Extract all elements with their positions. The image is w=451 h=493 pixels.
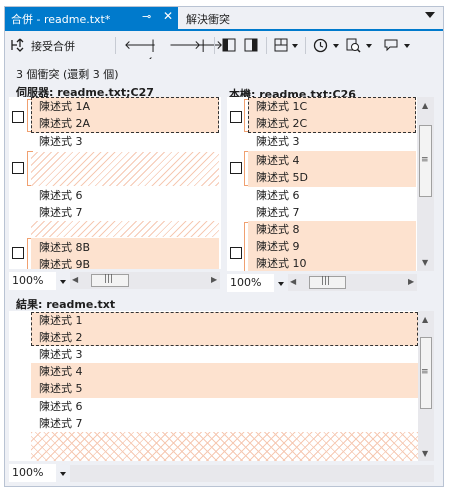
code-line: 陳述式 7 [256, 206, 300, 219]
server-conflict-2-checkbox[interactable] [12, 162, 24, 174]
scroll-down-icon[interactable]: ▼ [422, 449, 428, 458]
layout-icon[interactable] [274, 38, 288, 52]
local-zoom-select[interactable]: 100% [227, 274, 274, 292]
server-conflict-1-checkbox[interactable] [12, 111, 24, 123]
grip-icon: ≡ [421, 367, 429, 377]
code-line: 陳述式 7 [39, 206, 83, 219]
tab-merge-readme[interactable]: 合併 - readme.txt* ⊸ ✕ [5, 7, 178, 29]
compare-dropdown-icon[interactable] [366, 44, 372, 48]
zoom-dropdown-icon[interactable] [60, 472, 66, 476]
code-line: 陳述式 6 [256, 189, 300, 202]
previous-conflict-icon[interactable]: |🡐 [146, 37, 178, 68]
compare-icon[interactable] [346, 38, 361, 53]
history-icon[interactable] [313, 38, 328, 53]
zoom-dropdown-icon[interactable] [278, 282, 284, 286]
code-line: 陳述式 6 [39, 400, 83, 413]
local-conflict-3-checkbox[interactable] [230, 247, 242, 259]
toolbar-separator [214, 37, 215, 54]
code-line: 陳述式 4 [256, 154, 300, 167]
code-line: 陳述式 8 [256, 223, 300, 236]
code-line: 陳述式 2A [39, 117, 91, 130]
grip-icon: ||| [104, 274, 114, 284]
code-line: 陳述式 6 [39, 189, 83, 202]
local-pane[interactable]: 陳述式 1C 陳述式 2C 陳述式 3 陳述式 4 陳述式 5D 陳述式 6 陳… [227, 97, 434, 271]
code-line: 陳述式 2 [39, 331, 83, 344]
scroll-down-icon[interactable]: ▼ [422, 258, 428, 267]
code-line: 陳述式 10 [256, 257, 307, 270]
code-line: 陳述式 1 [39, 314, 83, 327]
local-horizontal-scrollbar[interactable] [288, 274, 417, 291]
code-line: 陳述式 1A [39, 100, 91, 113]
server-pane[interactable]: 陳述式 1A 陳述式 2A 陳述式 3 陳述式 6 陳述式 7 陳述式 8B 陳… [9, 97, 221, 269]
toolbar-separator [266, 37, 267, 54]
empty-conflict-region [31, 221, 219, 237]
code-line: 陳述式 3 [39, 135, 83, 148]
grip-icon: ||| [321, 276, 331, 286]
code-line: 陳述式 3 [39, 348, 83, 361]
scroll-up-icon[interactable]: ▲ [422, 101, 428, 110]
code-line: 陳述式 8B [39, 241, 91, 254]
code-line: 陳述式 9B [39, 258, 91, 269]
conflict-summary: 3 個衝突 (還剩 3 個) [16, 68, 119, 81]
previous-change-icon[interactable]: 🡐 [124, 37, 156, 53]
scroll-left-icon[interactable]: ◀ [72, 275, 78, 284]
accept-merge-icon [11, 38, 24, 52]
code-line: 陳述式 2C [256, 117, 308, 130]
code-line: 陳述式 5 [39, 382, 83, 395]
server-zoom-select[interactable]: 100% [9, 272, 56, 290]
comment-icon[interactable] [384, 39, 398, 52]
unresolved-conflict-region [31, 432, 418, 461]
local-conflict-1-checkbox[interactable] [230, 111, 242, 123]
code-line: 陳述式 9 [256, 240, 300, 253]
empty-conflict-region [31, 152, 219, 186]
code-line: 陳述式 7 [39, 417, 83, 430]
toolbar-separator [305, 37, 306, 54]
close-icon[interactable]: ✕ [163, 9, 173, 23]
code-line: 陳述式 4 [39, 365, 83, 378]
pin-icon[interactable]: ⊸ [142, 10, 151, 23]
accept-merge-label: 接受合併 [31, 40, 75, 53]
history-dropdown-icon[interactable] [333, 44, 339, 48]
toolbar-separator [115, 37, 116, 54]
code-line: 陳述式 5D [256, 171, 308, 184]
code-line: 陳述式 1C [256, 100, 308, 113]
zoom-dropdown-icon[interactable] [60, 280, 66, 284]
scroll-right-icon[interactable]: ▶ [211, 275, 217, 284]
next-change-icon[interactable]: 🡒 [191, 37, 223, 53]
local-conflict-2-checkbox[interactable] [230, 162, 242, 174]
result-pane-header: 結果: readme.txt [16, 298, 116, 311]
result-pane[interactable]: 陳述式 1 陳述式 2 陳述式 3 陳述式 4 陳述式 5 陳述式 6 陳述式 … [9, 311, 434, 461]
scroll-left-icon[interactable]: ◀ [290, 277, 296, 286]
tab-list-dropdown-icon[interactable] [425, 12, 435, 18]
tab-title: 合併 - readme.txt* [11, 13, 111, 26]
next-conflict-icon[interactable]: 🡒| [169, 37, 205, 53]
code-line: 陳述式 3 [256, 135, 300, 148]
scroll-up-icon[interactable]: ▲ [422, 315, 428, 324]
result-horizontal-scrollbar [70, 465, 434, 482]
accept-local-icon[interactable] [244, 38, 258, 52]
grip-icon: ≡ [421, 155, 429, 165]
accept-server-icon[interactable] [222, 38, 236, 52]
result-zoom-select[interactable]: 100% [9, 464, 56, 482]
tab-resolve-conflicts[interactable]: 解決衝突 [186, 11, 230, 27]
layout-dropdown-icon[interactable] [292, 44, 298, 48]
scroll-right-icon[interactable]: ▶ [408, 277, 414, 286]
comment-dropdown-icon[interactable] [404, 44, 410, 48]
server-conflict-3-checkbox[interactable] [12, 247, 24, 259]
